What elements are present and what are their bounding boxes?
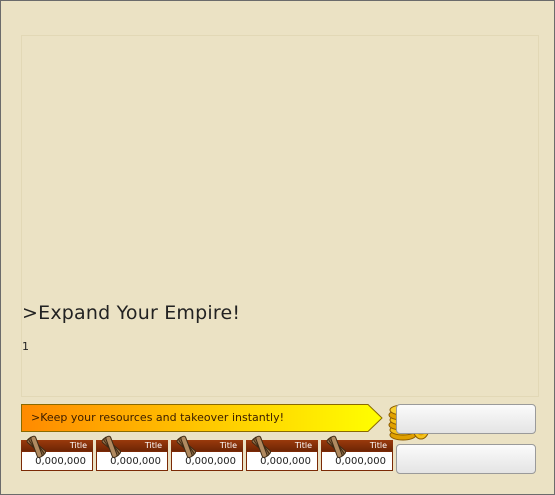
lumber-icon bbox=[326, 435, 347, 458]
action-button-top[interactable] bbox=[396, 404, 536, 434]
lumber-icon bbox=[26, 435, 47, 458]
subline: 1 bbox=[22, 340, 29, 353]
resource-card: Title 0,000,000 bbox=[96, 435, 168, 471]
resource-card: Title 0,000,000 bbox=[171, 435, 243, 471]
resource-card: Title 0,000,000 bbox=[21, 435, 93, 471]
content-panel bbox=[21, 35, 539, 397]
promo-banner[interactable]: >Keep your resources and takeover instan… bbox=[21, 404, 383, 432]
resource-card: Title 0,000,000 bbox=[321, 435, 393, 471]
resource-card: Title 0,000,000 bbox=[246, 435, 318, 471]
lumber-icon bbox=[251, 435, 272, 458]
lumber-icon bbox=[176, 435, 197, 458]
game-frame: >Expand Your Empire! 1 >Keep your resour… bbox=[0, 0, 555, 495]
action-button-bottom[interactable] bbox=[396, 444, 536, 474]
headline: >Expand Your Empire! bbox=[22, 302, 241, 324]
promo-text: >Keep your resources and takeover instan… bbox=[31, 411, 285, 424]
lumber-icon bbox=[101, 435, 122, 458]
